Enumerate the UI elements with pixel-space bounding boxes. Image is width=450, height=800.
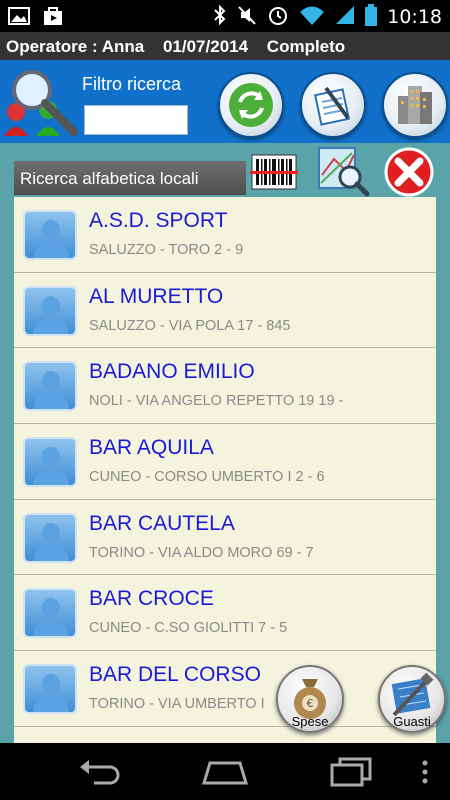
close-icon xyxy=(384,147,434,197)
item-name: BAR AQUILA xyxy=(89,436,214,460)
filter-label: Filtro ricerca xyxy=(82,74,182,94)
bluetooth-icon xyxy=(213,4,227,30)
item-name: BAR DEL CORSO xyxy=(89,663,261,687)
close-button[interactable] xyxy=(382,147,436,197)
buildings-button[interactable] xyxy=(382,72,448,138)
list-item[interactable]: AL MURETTO SALUZZO - VIA POLA 17 - 845 xyxy=(14,273,436,349)
people-search-icon[interactable] xyxy=(2,66,80,140)
item-address: SALUZZO - VIA POLA 17 - 845 xyxy=(89,317,291,334)
barcode-icon xyxy=(250,154,298,190)
alarm-icon xyxy=(267,4,289,30)
operator-bar: Operatore : Anna 01/07/2014 Completo xyxy=(0,32,450,60)
spese-label: Spese xyxy=(291,714,329,729)
list-item[interactable]: BAR DEL CORSO TORINO - VIA UMBERTO I xyxy=(14,651,436,727)
item-name: A.S.D. SPORT xyxy=(89,209,228,232)
avatar-icon xyxy=(23,664,77,715)
operator-name: Operatore : Anna xyxy=(6,37,145,56)
back-icon[interactable] xyxy=(76,757,122,791)
operator-date: 01/07/2014 xyxy=(162,37,249,56)
wifi-icon xyxy=(299,4,325,30)
guasti-label: Guasti xyxy=(393,714,431,729)
item-name: BAR CAUTELA xyxy=(89,511,235,535)
item-address: TORINO - VIA UMBERTO I xyxy=(89,696,265,713)
status-bar: 10:18 xyxy=(0,0,450,32)
item-name: AL MURETTO xyxy=(89,284,224,308)
item-address: CUNEO - CORSO UMBERTO I 2 - 6 xyxy=(89,469,325,486)
avatar-icon xyxy=(23,361,77,412)
list-item[interactable]: BAR AQUILA CUNEO - CORSO UMBERTO I 2 - 6 xyxy=(14,424,436,500)
list-item[interactable]: A.S.D. SPORT SALUZZO - TORO 2 - 9 xyxy=(14,197,436,273)
search-header: Filtro ricerca xyxy=(0,60,450,143)
list-item[interactable]: BAR CROCE CUNEO - C.SO GIOLITTI 7 - 5 xyxy=(14,575,436,652)
avatar-icon xyxy=(23,512,77,563)
notes-button[interactable] xyxy=(300,72,366,138)
item-name: BAR CROCE xyxy=(89,587,214,611)
mute-icon xyxy=(237,4,257,30)
play-store-icon xyxy=(42,6,64,30)
gallery-icon xyxy=(8,6,30,30)
buildings-icon xyxy=(398,86,432,124)
avatar-icon xyxy=(23,285,77,336)
clock-time: 10:18 xyxy=(387,6,442,28)
filter-input[interactable] xyxy=(84,105,188,135)
map-search-icon xyxy=(318,147,370,197)
barcode-button[interactable] xyxy=(248,151,300,195)
spese-button[interactable]: € Spese xyxy=(276,665,344,733)
item-address: NOLI - VIA ANGELO REPETTO 19 19 - xyxy=(89,393,344,410)
main-panel: Ricerca alfabetica locali A.S.D. SPORT SA… xyxy=(0,143,450,743)
guasti-button[interactable]: Guasti xyxy=(378,665,446,733)
navigation-bar xyxy=(0,743,450,800)
local-list[interactable]: A.S.D. SPORT SALUZZO - TORO 2 - 9 AL MURET… xyxy=(14,197,436,743)
refresh-icon xyxy=(229,83,273,127)
svg-text:€: € xyxy=(307,697,314,710)
item-address: SALUZZO - TORO 2 - 9 xyxy=(89,242,244,258)
list-title: Ricerca alfabetica locali xyxy=(14,161,246,195)
list-item[interactable]: BADANO EMILIO NOLI - VIA ANGELO REPETTO 1… xyxy=(14,348,436,425)
operator-status: Completo xyxy=(266,37,346,56)
battery-icon xyxy=(365,4,378,30)
notepad-pen-icon xyxy=(314,86,350,126)
map-search-button[interactable] xyxy=(316,145,370,197)
avatar-icon xyxy=(23,588,77,639)
avatar-icon xyxy=(23,210,77,260)
signal-icon xyxy=(335,4,355,30)
overflow-menu-icon[interactable] xyxy=(420,759,430,789)
home-icon[interactable] xyxy=(200,757,250,791)
item-name: BADANO EMILIO xyxy=(89,360,255,384)
refresh-button[interactable] xyxy=(218,72,284,138)
avatar-icon xyxy=(23,437,77,488)
recent-apps-icon[interactable] xyxy=(328,755,374,791)
item-address: CUNEO - C.SO GIOLITTI 7 - 5 xyxy=(89,620,288,637)
item-address: TORINO - VIA ALDO MORO 69 - 7 xyxy=(89,544,314,561)
list-item[interactable]: BAR CAUTELA TORINO - VIA ALDO MORO 69 - 7 xyxy=(14,500,436,576)
